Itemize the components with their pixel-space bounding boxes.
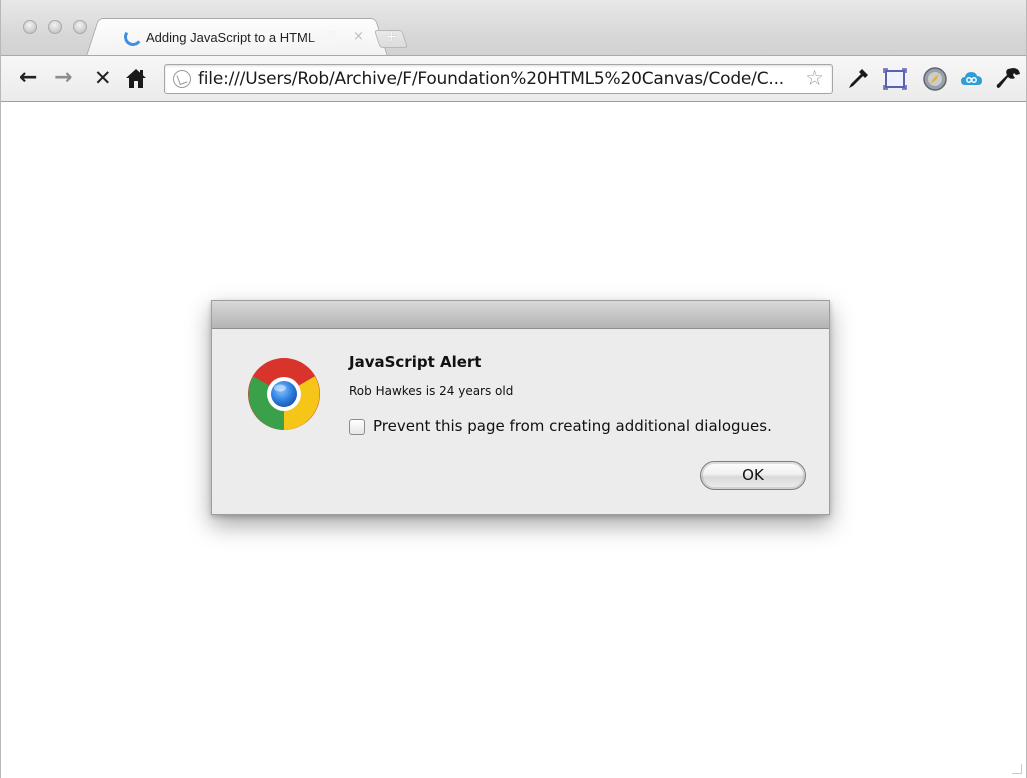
- address-url[interactable]: file:///Users/Rob/Archive/F/Foundation%2…: [198, 69, 784, 89]
- forward-button[interactable]: →: [54, 65, 72, 91]
- tab-active[interactable]: Adding JavaScript to a HTML ×: [101, 18, 373, 56]
- javascript-alert-dialog: JavaScript Alert Rob Hawkes is 24 years …: [211, 300, 830, 515]
- compass-icon[interactable]: [922, 66, 948, 92]
- address-bar[interactable]: file:///Users/Rob/Archive/F/Foundation%2…: [164, 64, 833, 94]
- dialog-title: JavaScript Alert: [349, 353, 482, 371]
- plus-icon: +: [385, 29, 398, 45]
- zoom-window-button[interactable]: [73, 20, 87, 34]
- close-window-button[interactable]: [23, 20, 37, 34]
- bookmark-star-icon[interactable]: ☆: [805, 66, 824, 90]
- chrome-logo-icon: [248, 358, 320, 430]
- stop-button[interactable]: ✕: [94, 65, 112, 91]
- wrench-icon[interactable]: [996, 66, 1022, 92]
- screen-capture-icon[interactable]: [882, 66, 908, 92]
- dialog-titlebar: [212, 301, 829, 329]
- dialog-message: Rob Hawkes is 24 years old: [349, 384, 514, 398]
- ok-button[interactable]: OK: [700, 461, 806, 490]
- minimize-window-button[interactable]: [48, 20, 62, 34]
- home-button[interactable]: [125, 65, 147, 91]
- cloud-icon[interactable]: [959, 66, 985, 92]
- resize-grip-icon[interactable]: [1012, 764, 1022, 774]
- back-button[interactable]: ←: [19, 65, 37, 91]
- page-globe-icon: [173, 70, 191, 88]
- tab-close-icon[interactable]: ×: [353, 29, 364, 44]
- loading-spinner-icon: [122, 26, 144, 48]
- toolbar: ← → ✕ file:///Users/Rob/Archive/F/Founda…: [1, 55, 1026, 102]
- prevent-dialogs-checkbox[interactable]: [349, 419, 365, 435]
- home-icon: [126, 69, 146, 88]
- eyedropper-icon[interactable]: [845, 66, 871, 92]
- prevent-dialogs-label[interactable]: Prevent this page from creating addition…: [373, 417, 772, 435]
- tab-strip: Adding JavaScript to a HTML × +: [1, 0, 1026, 56]
- tab-title: Adding JavaScript to a HTML: [146, 30, 336, 45]
- browser-window: Adding JavaScript to a HTML × + ← → ✕ fi…: [0, 0, 1027, 778]
- new-tab-button[interactable]: +: [374, 29, 408, 48]
